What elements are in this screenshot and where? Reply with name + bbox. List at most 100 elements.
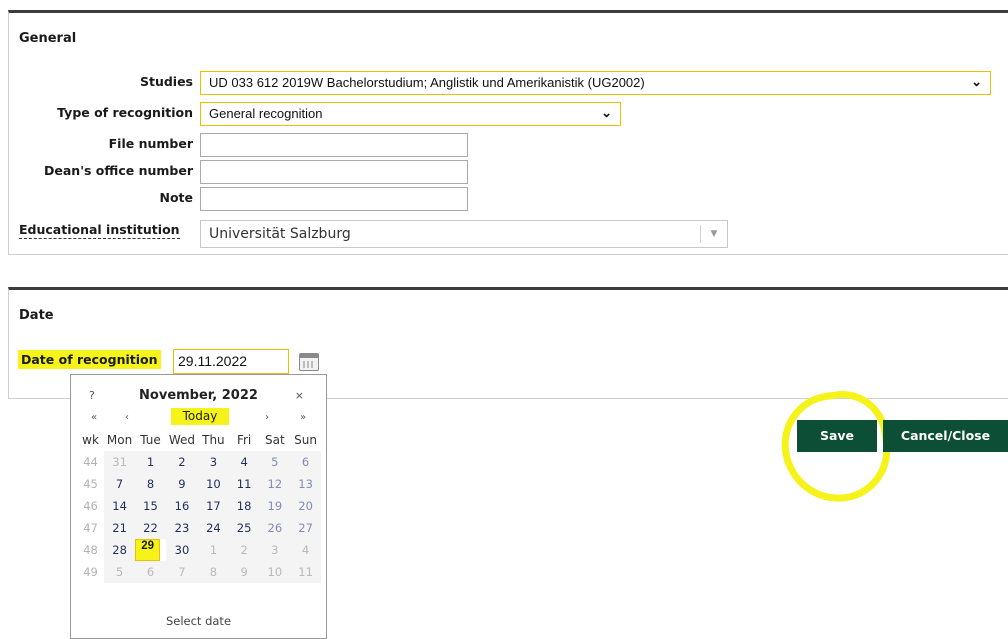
cancel-close-button[interactable]: Cancel/Close [883,420,1008,452]
type-value: General recognition [209,106,323,121]
calendar-day[interactable]: 9 [228,561,260,583]
calendar-day[interactable]: 10 [198,473,229,495]
weekday-header: Sat [264,433,285,447]
week-number: 45 [83,477,98,491]
calendar-day[interactable]: 6 [290,451,321,473]
next-year-button[interactable]: » [300,412,306,423]
prev-year-button[interactable]: « [91,412,97,423]
calendar-day[interactable]: 1 [135,451,166,473]
calendar-header: ? November, 2022 × [71,375,326,411]
calendar-day[interactable]: 2 [228,539,260,561]
calendar-day[interactable]: 9 [165,473,199,495]
calendar-day[interactable]: 14 [104,495,136,517]
week-header: wk [82,433,99,447]
file-number-label: File number [108,136,193,151]
calendar-day[interactable]: 17 [198,495,229,517]
select-date-footer: Select date [165,614,232,628]
weekday-header: Tue [140,433,161,447]
calendar-day[interactable]: 24 [198,517,229,539]
weekday-header: Fri [236,433,252,447]
file-number-input[interactable] [200,133,468,157]
institution-value: Universität Salzburg [209,226,351,242]
studies-select[interactable]: UD 033 612 2019W Bachelorstudium; Anglis… [200,71,991,95]
prev-month-button[interactable]: ‹ [125,412,129,423]
week-number: 46 [83,499,98,513]
calendar-week-row: 45 7 8 9 10 11 12 13 [77,473,321,495]
chevron-down-icon: ⌄ [601,105,612,120]
institution-label[interactable]: Educational institution [19,222,180,239]
calendar-day[interactable]: 26 [259,517,291,539]
calendar-day[interactable]: 3 [259,539,291,561]
type-label: Type of recognition [57,105,193,120]
date-of-recognition-label: Date of recognition [18,350,161,369]
calendar-day[interactable]: 16 [165,495,199,517]
calendar-day[interactable]: 8 [198,561,229,583]
calendar-day[interactable]: 3 [198,451,229,473]
next-month-button[interactable]: › [265,412,269,423]
weekday-header-row: wk Mon Tue Wed Thu Fri Sat Sun [77,429,321,451]
calendar-day[interactable]: 20 [290,495,321,517]
weekday-header: Sun [294,433,317,447]
week-number: 48 [83,543,98,557]
calendar-week-row: 48 28 29 30 1 2 3 4 [77,539,321,561]
studies-value: UD 033 612 2019W Bachelorstudium; Anglis… [209,75,645,90]
chevron-down-icon: ⌄ [971,74,982,89]
calendar-day[interactable]: 15 [135,495,166,517]
studies-label: Studies [139,74,193,89]
general-panel: General Studies UD 033 612 2019W Bachelo… [8,10,1008,255]
general-title: General [19,31,77,46]
weekday-header: Wed [168,433,196,447]
today-button[interactable]: Today [171,408,229,425]
type-of-recognition-select[interactable]: General recognition ⌄ [200,102,621,126]
calendar-day[interactable]: 12 [259,473,291,495]
calendar-day[interactable]: 31 [104,451,136,473]
date-title: Date [19,308,54,323]
calendar-day[interactable]: 11 [290,561,321,583]
calendar-day[interactable]: 27 [290,517,321,539]
calendar-popup: ? November, 2022 × « ‹ Today › » wk Mon … [70,374,327,639]
calendar-day[interactable]: 18 [228,495,260,517]
calendar-week-row: 47 21 22 23 24 25 26 27 [77,517,321,539]
calendar-week-row: 46 14 15 16 17 18 19 20 [77,495,321,517]
calendar-day[interactable]: 2 [165,451,199,473]
calendar-day[interactable]: 23 [165,517,199,539]
calendar-day[interactable]: 6 [135,561,166,583]
save-button[interactable]: Save [797,420,877,452]
calendar-day[interactable]: 5 [259,451,291,473]
weekday-header: Thu [202,433,225,447]
weekday-header: Mon [106,433,133,447]
calendar-day[interactable]: 25 [228,517,260,539]
calendar-day[interactable]: 21 [104,517,136,539]
calendar-day[interactable]: 8 [135,473,166,495]
deans-office-input[interactable] [200,160,468,184]
calendar-icon[interactable] [299,353,319,371]
calendar-day[interactable]: 22 [135,517,166,539]
calendar-day[interactable]: 7 [165,561,199,583]
calendar-day[interactable]: 28 [104,539,136,561]
institution-combobox[interactable]: Universität Salzburg ▼ [200,220,728,248]
calendar-day[interactable]: 11 [228,473,260,495]
week-number: 49 [83,565,98,579]
calendar-grid: wk Mon Tue Wed Thu Fri Sat Sun 44 31 1 2 3 4 5… [77,429,321,583]
calendar-day[interactable]: 7 [104,473,136,495]
note-input[interactable] [200,187,468,211]
deans-office-label: Dean's office number [44,163,193,178]
calendar-day[interactable]: 5 [104,561,136,583]
calendar-day[interactable]: 29 [135,539,161,561]
calendar-day[interactable]: 30 [165,539,199,561]
close-icon[interactable]: × [295,389,304,402]
calendar-day[interactable]: 10 [259,561,291,583]
calendar-week-row: 49 5 6 7 8 9 10 11 [77,561,321,583]
dropdown-arrow-icon[interactable]: ▼ [700,225,727,243]
note-label: Note [159,190,193,205]
calendar-month-title: November, 2022 [139,388,258,403]
week-number: 44 [83,455,98,469]
calendar-day[interactable]: 19 [259,495,291,517]
calendar-day[interactable]: 4 [290,539,321,561]
week-number: 47 [83,521,98,535]
calendar-day[interactable]: 4 [228,451,260,473]
date-of-recognition-input[interactable]: 29.11.2022 [173,349,289,374]
calendar-day[interactable]: 13 [290,473,321,495]
calendar-week-row: 44 31 1 2 3 4 5 6 [77,451,321,473]
calendar-day[interactable]: 1 [198,539,229,561]
